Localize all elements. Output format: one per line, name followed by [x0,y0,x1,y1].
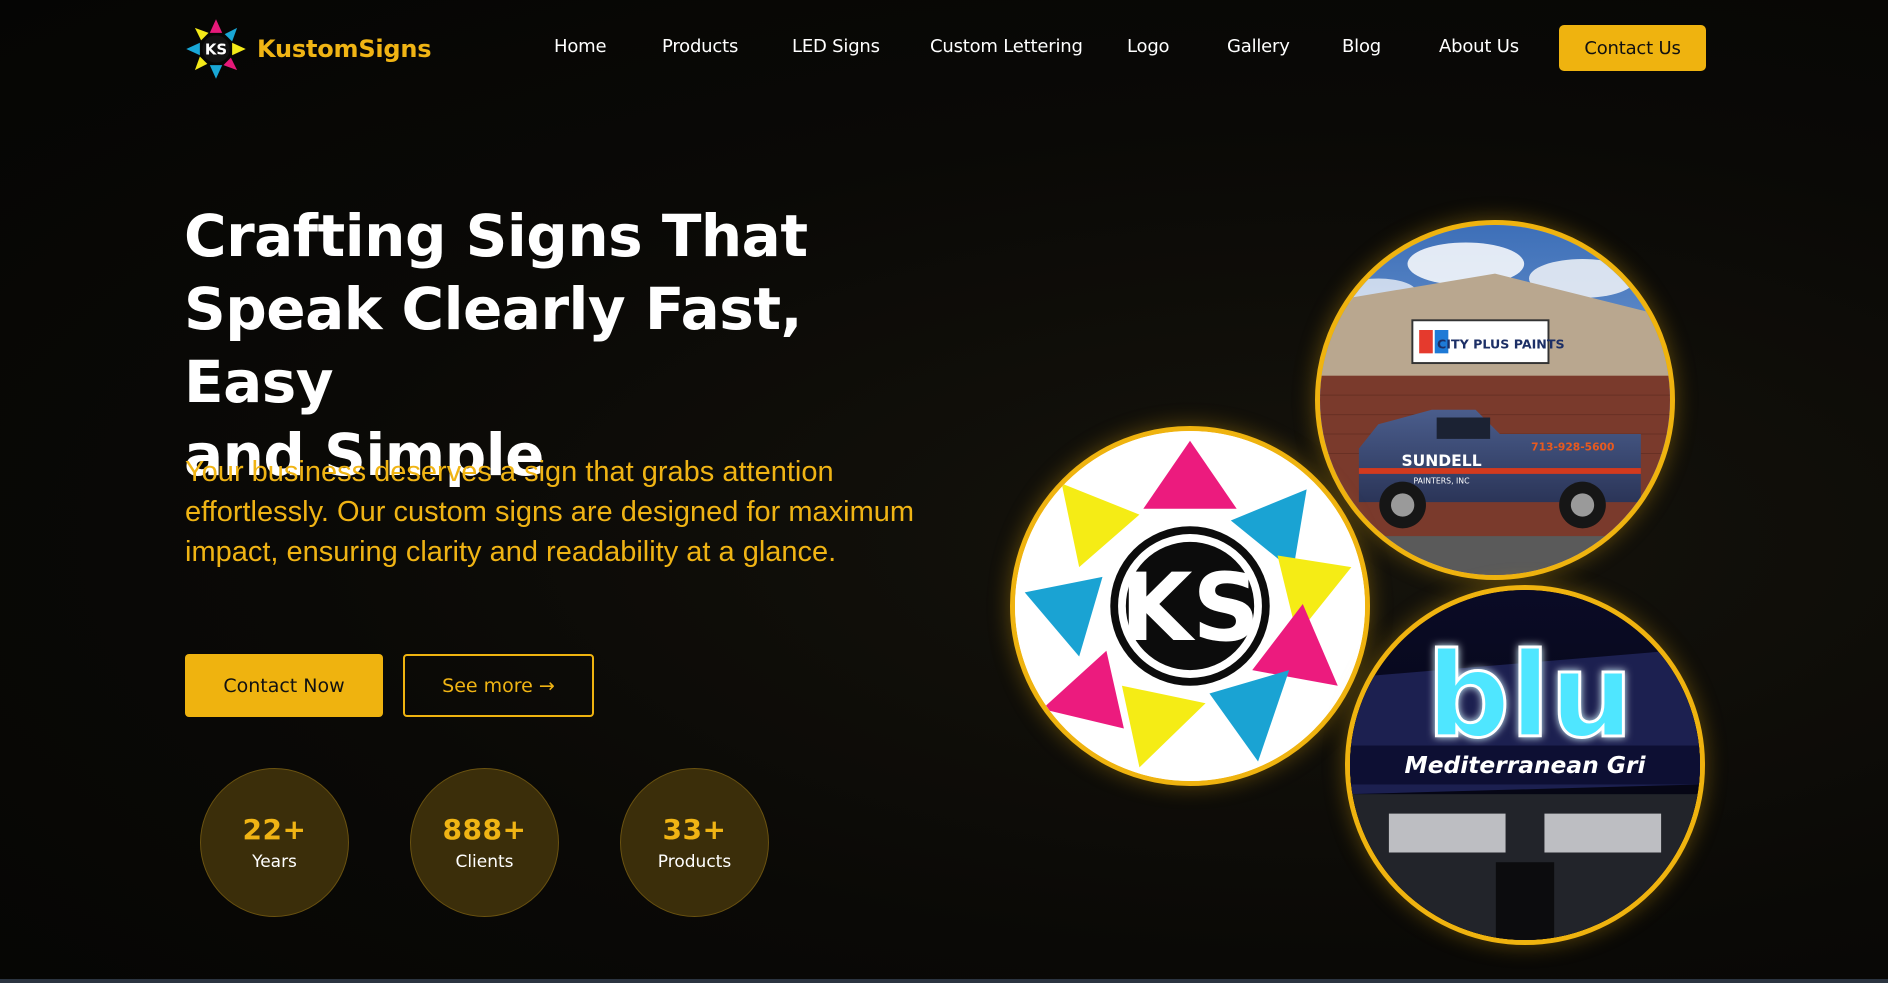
truck-phone-text: 713-928-5600 [1531,441,1614,454]
truck-sub-text: PAINTERS, INC [1414,477,1470,486]
nav-item-gallery[interactable]: Gallery [1227,36,1290,57]
nav-item-products[interactable]: Products [662,36,738,57]
ks-letters: KS [1120,554,1260,663]
hero-subtitle: Your business deserves a sign that grabs… [185,456,915,568]
stat-label: Years [252,852,297,872]
navbar: KS KustomSigns Home Products LED Signs C… [0,0,1888,100]
stat-years: 22+ Years [200,768,349,917]
gallery-image-led-sign: blu Mediterranean Gri [1345,585,1705,945]
stat-value: 888+ [442,813,527,846]
hero-title-line: Speak Clearly Fast, Easy [184,275,803,416]
stat-label: Products [657,852,732,872]
store-sign-text: CITY PLUS PAINTS [1437,336,1565,351]
gallery-image-truck: CITY PLUS PAINTS SUNDELL PAINTERS, INC 7… [1315,220,1675,580]
hero-title: Crafting Signs That Speak Clearly Fast, … [184,200,944,492]
stat-label: Clients [455,852,514,872]
nav-item-logo[interactable]: Logo [1127,36,1170,57]
see-more-button[interactable]: See more → [403,654,594,717]
truck-brand-text: SUNDELL [1401,452,1481,470]
page: KS KustomSigns Home Products LED Signs C… [0,0,1888,983]
stat-clients: 888+ Clients [410,768,559,917]
ks-logo-graphic: KS [1015,431,1365,781]
stat-value: 33+ [662,813,727,846]
nav-item-custom-lettering[interactable]: Custom Lettering [930,36,1083,57]
blu-sign-text: blu [1427,628,1634,764]
nav-item-home[interactable]: Home [554,36,607,57]
hero-title-line: Crafting Signs That [184,202,808,270]
nav-item-blog[interactable]: Blog [1342,36,1381,57]
nav-item-about-us[interactable]: About Us [1439,36,1519,57]
contact-us-button[interactable]: Contact Us [1559,25,1706,71]
gallery-image-logo: KS [1010,426,1370,786]
nav-item-led-signs[interactable]: LED Signs [792,36,880,57]
bottom-divider [0,979,1888,983]
stat-value: 22+ [242,813,307,846]
sign-subtext: Mediterranean Gri [1404,751,1646,779]
stat-products: 33+ Products [620,768,769,917]
contact-now-button[interactable]: Contact Now [185,654,383,717]
